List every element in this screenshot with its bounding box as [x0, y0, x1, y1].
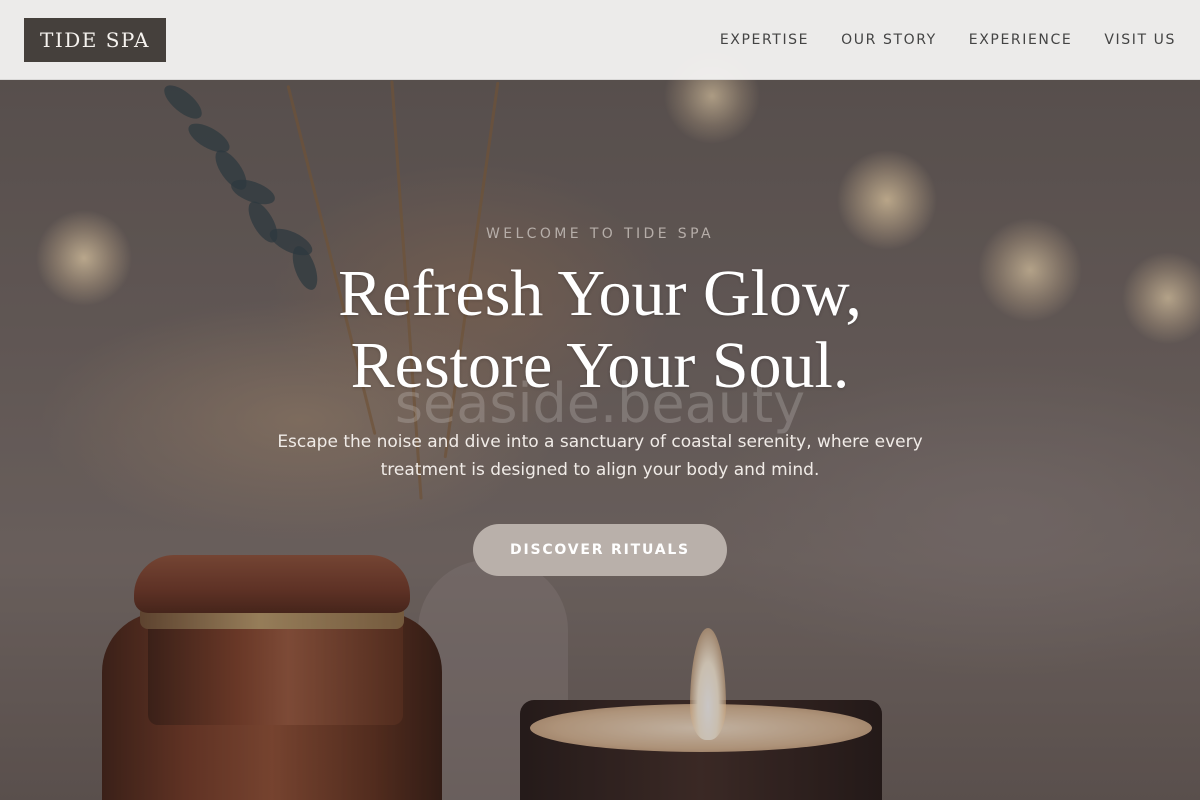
- hero-section: WELCOME TO TIDE SPA Refresh Your Glow, R…: [0, 80, 1200, 800]
- hero-subtext: Escape the noise and dive into a sanctua…: [277, 432, 923, 480]
- watermark-text: seaside.beauty: [394, 372, 806, 435]
- nav-link-experience[interactable]: EXPERIENCE: [969, 32, 1073, 48]
- discover-rituals-button[interactable]: DISCOVER RITUALS: [473, 524, 727, 576]
- nav-link-our-story[interactable]: OUR STORY: [841, 32, 937, 48]
- nav-link-visit-us[interactable]: VISIT US: [1104, 32, 1176, 48]
- hero-headline-line-1: Refresh Your Glow,: [338, 257, 862, 330]
- hero-eyebrow: WELCOME TO TIDE SPA: [485, 226, 715, 242]
- site-header: TIDE SPA EXPERTISE OUR STORY EXPERIENCE …: [0, 0, 1200, 80]
- logo[interactable]: TIDE SPA: [24, 17, 166, 62]
- nav-link-expertise[interactable]: EXPERTISE: [720, 32, 809, 48]
- main-nav: EXPERTISE OUR STORY EXPERIENCE VISIT US: [720, 32, 1176, 48]
